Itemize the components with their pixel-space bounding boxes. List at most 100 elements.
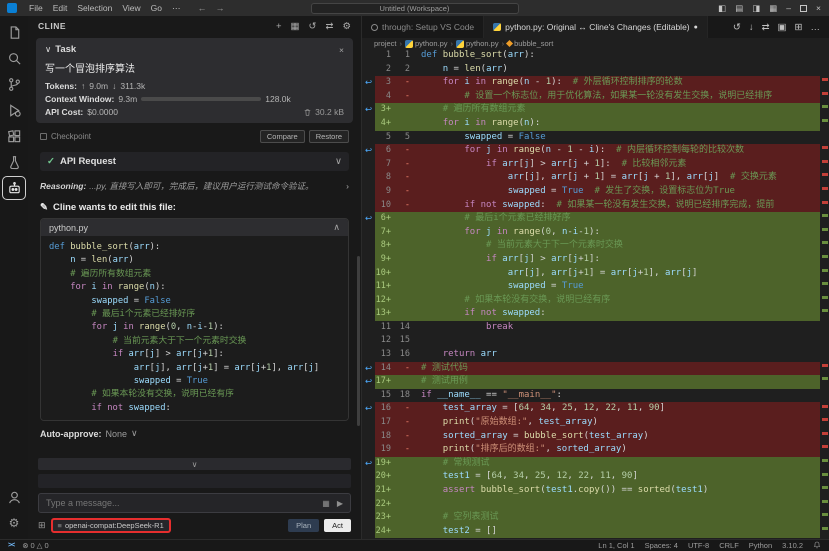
menu-more[interactable]: ⋯ bbox=[167, 3, 186, 14]
revert-change-icon[interactable]: ↩ bbox=[362, 457, 375, 471]
next-change-icon[interactable]: ↓ bbox=[749, 22, 754, 33]
api-request-chevron-icon[interactable]: ∨ bbox=[335, 156, 342, 167]
new-task-icon[interactable]: + bbox=[276, 21, 282, 32]
gutter-margin bbox=[362, 498, 375, 512]
message-input[interactable] bbox=[46, 498, 322, 508]
revert-change-icon[interactable]: ↩ bbox=[362, 103, 375, 117]
tab-walkthrough[interactable]: through: Setup VS Code bbox=[362, 16, 484, 38]
activity-cline-icon[interactable] bbox=[2, 176, 26, 200]
activity-explorer-icon[interactable] bbox=[2, 20, 26, 44]
split-editor-icon[interactable]: ⊞ bbox=[795, 22, 803, 33]
tab-diff-python[interactable]: python.py: Original ↔ Cline's Changes (E… bbox=[484, 16, 708, 38]
window-close-button[interactable]: × bbox=[816, 3, 821, 13]
breadcrumb-item-python-py[interactable]: python.py bbox=[405, 39, 448, 48]
code-line-text: # 常规测试 bbox=[413, 457, 829, 471]
code-line-text: if arr[j] > arr[j + 1]: # 比较相邻元素 bbox=[413, 158, 829, 172]
checkpoint-row: Checkpoint Compare Restore bbox=[40, 130, 349, 143]
reasoning-row[interactable]: Reasoning: ...py, 直接写入即可，完成后，建议用户运行测试命令验… bbox=[40, 180, 349, 192]
original-line-number: 3 bbox=[375, 76, 394, 90]
model-selector[interactable]: ≡ openai-compat:DeepSeek-R1 bbox=[51, 518, 171, 533]
secondary-bar[interactable] bbox=[38, 474, 351, 488]
history-icon[interactable]: ↺ bbox=[309, 21, 317, 32]
menu-view[interactable]: View bbox=[117, 3, 145, 13]
compare-button[interactable]: Compare bbox=[260, 130, 305, 143]
status-3-10-2[interactable]: 3.10.2 bbox=[782, 541, 803, 550]
status-utf-8[interactable]: UTF-8 bbox=[688, 541, 709, 550]
customize-layout-icon[interactable]: ▦ bbox=[769, 3, 777, 14]
revert-change-icon[interactable]: ↩ bbox=[362, 144, 375, 158]
dirty-indicator-icon[interactable]: ● bbox=[694, 24, 698, 31]
menu-selection[interactable]: Selection bbox=[72, 3, 117, 13]
menu-go[interactable]: Go bbox=[146, 3, 167, 13]
toggle-sidebar-icon[interactable]: ◧ bbox=[718, 3, 726, 14]
auto-approve-row[interactable]: Auto-approve: None ∨ bbox=[40, 428, 349, 439]
breadcrumb-item-bubble_sort[interactable]: bubble_sort bbox=[507, 39, 553, 48]
trash-icon[interactable] bbox=[303, 108, 312, 117]
scroll-down-bar[interactable]: ∨ bbox=[38, 458, 351, 470]
settings-icon[interactable]: ⚙ bbox=[342, 21, 351, 32]
open-file-icon[interactable]: ▣ bbox=[778, 22, 787, 33]
activity-testing-icon[interactable] bbox=[2, 150, 26, 174]
task-collapse-icon[interactable]: ∨ bbox=[45, 44, 51, 55]
status-spaces-4[interactable]: Spaces: 4 bbox=[645, 541, 678, 550]
model-settings-icon: ≡ bbox=[58, 521, 62, 530]
diff-line-ctx: 1518if __name__ == "__main__": bbox=[362, 389, 829, 403]
status-ln-1-col-1[interactable]: Ln 1, Col 1 bbox=[598, 541, 634, 550]
remote-indicator[interactable]: >< bbox=[8, 542, 14, 549]
breadcrumb-item-project[interactable]: project bbox=[374, 39, 397, 48]
export-icon[interactable]: ⇄ bbox=[326, 21, 334, 32]
revert-change-icon[interactable]: ↩ bbox=[362, 76, 375, 90]
gutter-margin bbox=[362, 307, 375, 321]
activity-run-debug-icon[interactable] bbox=[2, 98, 26, 122]
nav-forward-icon[interactable]: → bbox=[215, 3, 224, 13]
activity-source-control-icon[interactable] bbox=[2, 72, 26, 96]
activity-extensions-icon[interactable] bbox=[2, 124, 26, 148]
status-crlf[interactable]: CRLF bbox=[719, 541, 739, 550]
ruler-add-mark bbox=[822, 105, 828, 108]
revert-change-icon[interactable]: ↩ bbox=[362, 375, 375, 389]
revert-change-icon[interactable]: ↩ bbox=[362, 212, 375, 226]
window-minimize-button[interactable]: – bbox=[786, 3, 791, 13]
breadcrumb-separator: › bbox=[400, 39, 403, 48]
activity-account-icon[interactable] bbox=[2, 485, 26, 509]
breadcrumb-item-python-py[interactable]: python.py bbox=[456, 39, 499, 48]
command-center[interactable]: Untitled (Workspace) bbox=[311, 3, 519, 14]
activity-settings-icon[interactable]: ⚙ bbox=[2, 511, 26, 535]
attach-image-icon[interactable]: ▦ bbox=[322, 499, 330, 508]
original-line-number: 19 bbox=[375, 443, 394, 457]
window-maximize-button[interactable] bbox=[800, 5, 807, 12]
menu-file[interactable]: File bbox=[24, 3, 48, 13]
status-bar: >< ⊗ 0 △ 0 Ln 1, Col 1 Spaces: 4 UTF-8 CRLF… bbox=[0, 539, 829, 551]
sidebar-scrollbar[interactable] bbox=[357, 256, 360, 426]
warnings-icon: △ bbox=[37, 541, 43, 550]
menu-edit[interactable]: Edit bbox=[48, 3, 73, 13]
reasoning-chevron-icon[interactable]: › bbox=[346, 181, 349, 191]
api-request-row[interactable]: ✓ API Request ∨ bbox=[40, 152, 349, 171]
act-mode-button[interactable]: Act bbox=[324, 519, 351, 532]
restore-button[interactable]: Restore bbox=[309, 130, 349, 143]
revert-change-icon[interactable]: ↩ bbox=[362, 362, 375, 376]
original-line-number: 4+ bbox=[375, 117, 394, 131]
send-message-icon[interactable]: ▶ bbox=[337, 499, 343, 508]
notifications-bell-icon[interactable] bbox=[813, 541, 821, 551]
revert-change-icon[interactable]: ↩ bbox=[362, 402, 375, 416]
plan-mode-button[interactable]: Plan bbox=[288, 519, 319, 532]
toggle-panel-icon[interactable]: ▤ bbox=[735, 3, 743, 14]
problems-status[interactable]: ⊗ 0 △ 0 bbox=[22, 541, 48, 550]
more-actions-icon[interactable]: … bbox=[811, 22, 821, 33]
swap-diff-sides-icon[interactable]: ⇄ bbox=[762, 22, 770, 33]
status-python[interactable]: Python bbox=[749, 541, 772, 550]
api-provider-icon[interactable]: ⊞ bbox=[38, 520, 46, 531]
task-card: ∨ Task × 写一个冒泡排序算法 Tokens: ↑ 9.0m ↓ 311.… bbox=[36, 38, 353, 123]
file-edit-card: python.py ∧ def bubble_sort(arr): n = le… bbox=[40, 218, 349, 421]
toggle-secondary-sidebar-icon[interactable]: ◨ bbox=[752, 3, 760, 14]
revert-file-icon[interactable]: ↺ bbox=[733, 22, 741, 33]
auto-approve-chevron-icon[interactable]: ∨ bbox=[131, 428, 138, 439]
gutter-margin bbox=[362, 253, 375, 267]
file-card-collapse-icon[interactable]: ∧ bbox=[333, 222, 340, 233]
nav-back-icon[interactable]: ← bbox=[197, 3, 206, 13]
activity-search-icon[interactable] bbox=[2, 46, 26, 70]
task-close-icon[interactable]: × bbox=[339, 45, 344, 55]
view-grid-icon[interactable]: ▦ bbox=[291, 21, 300, 32]
file-card-header[interactable]: python.py ∧ bbox=[41, 219, 348, 236]
